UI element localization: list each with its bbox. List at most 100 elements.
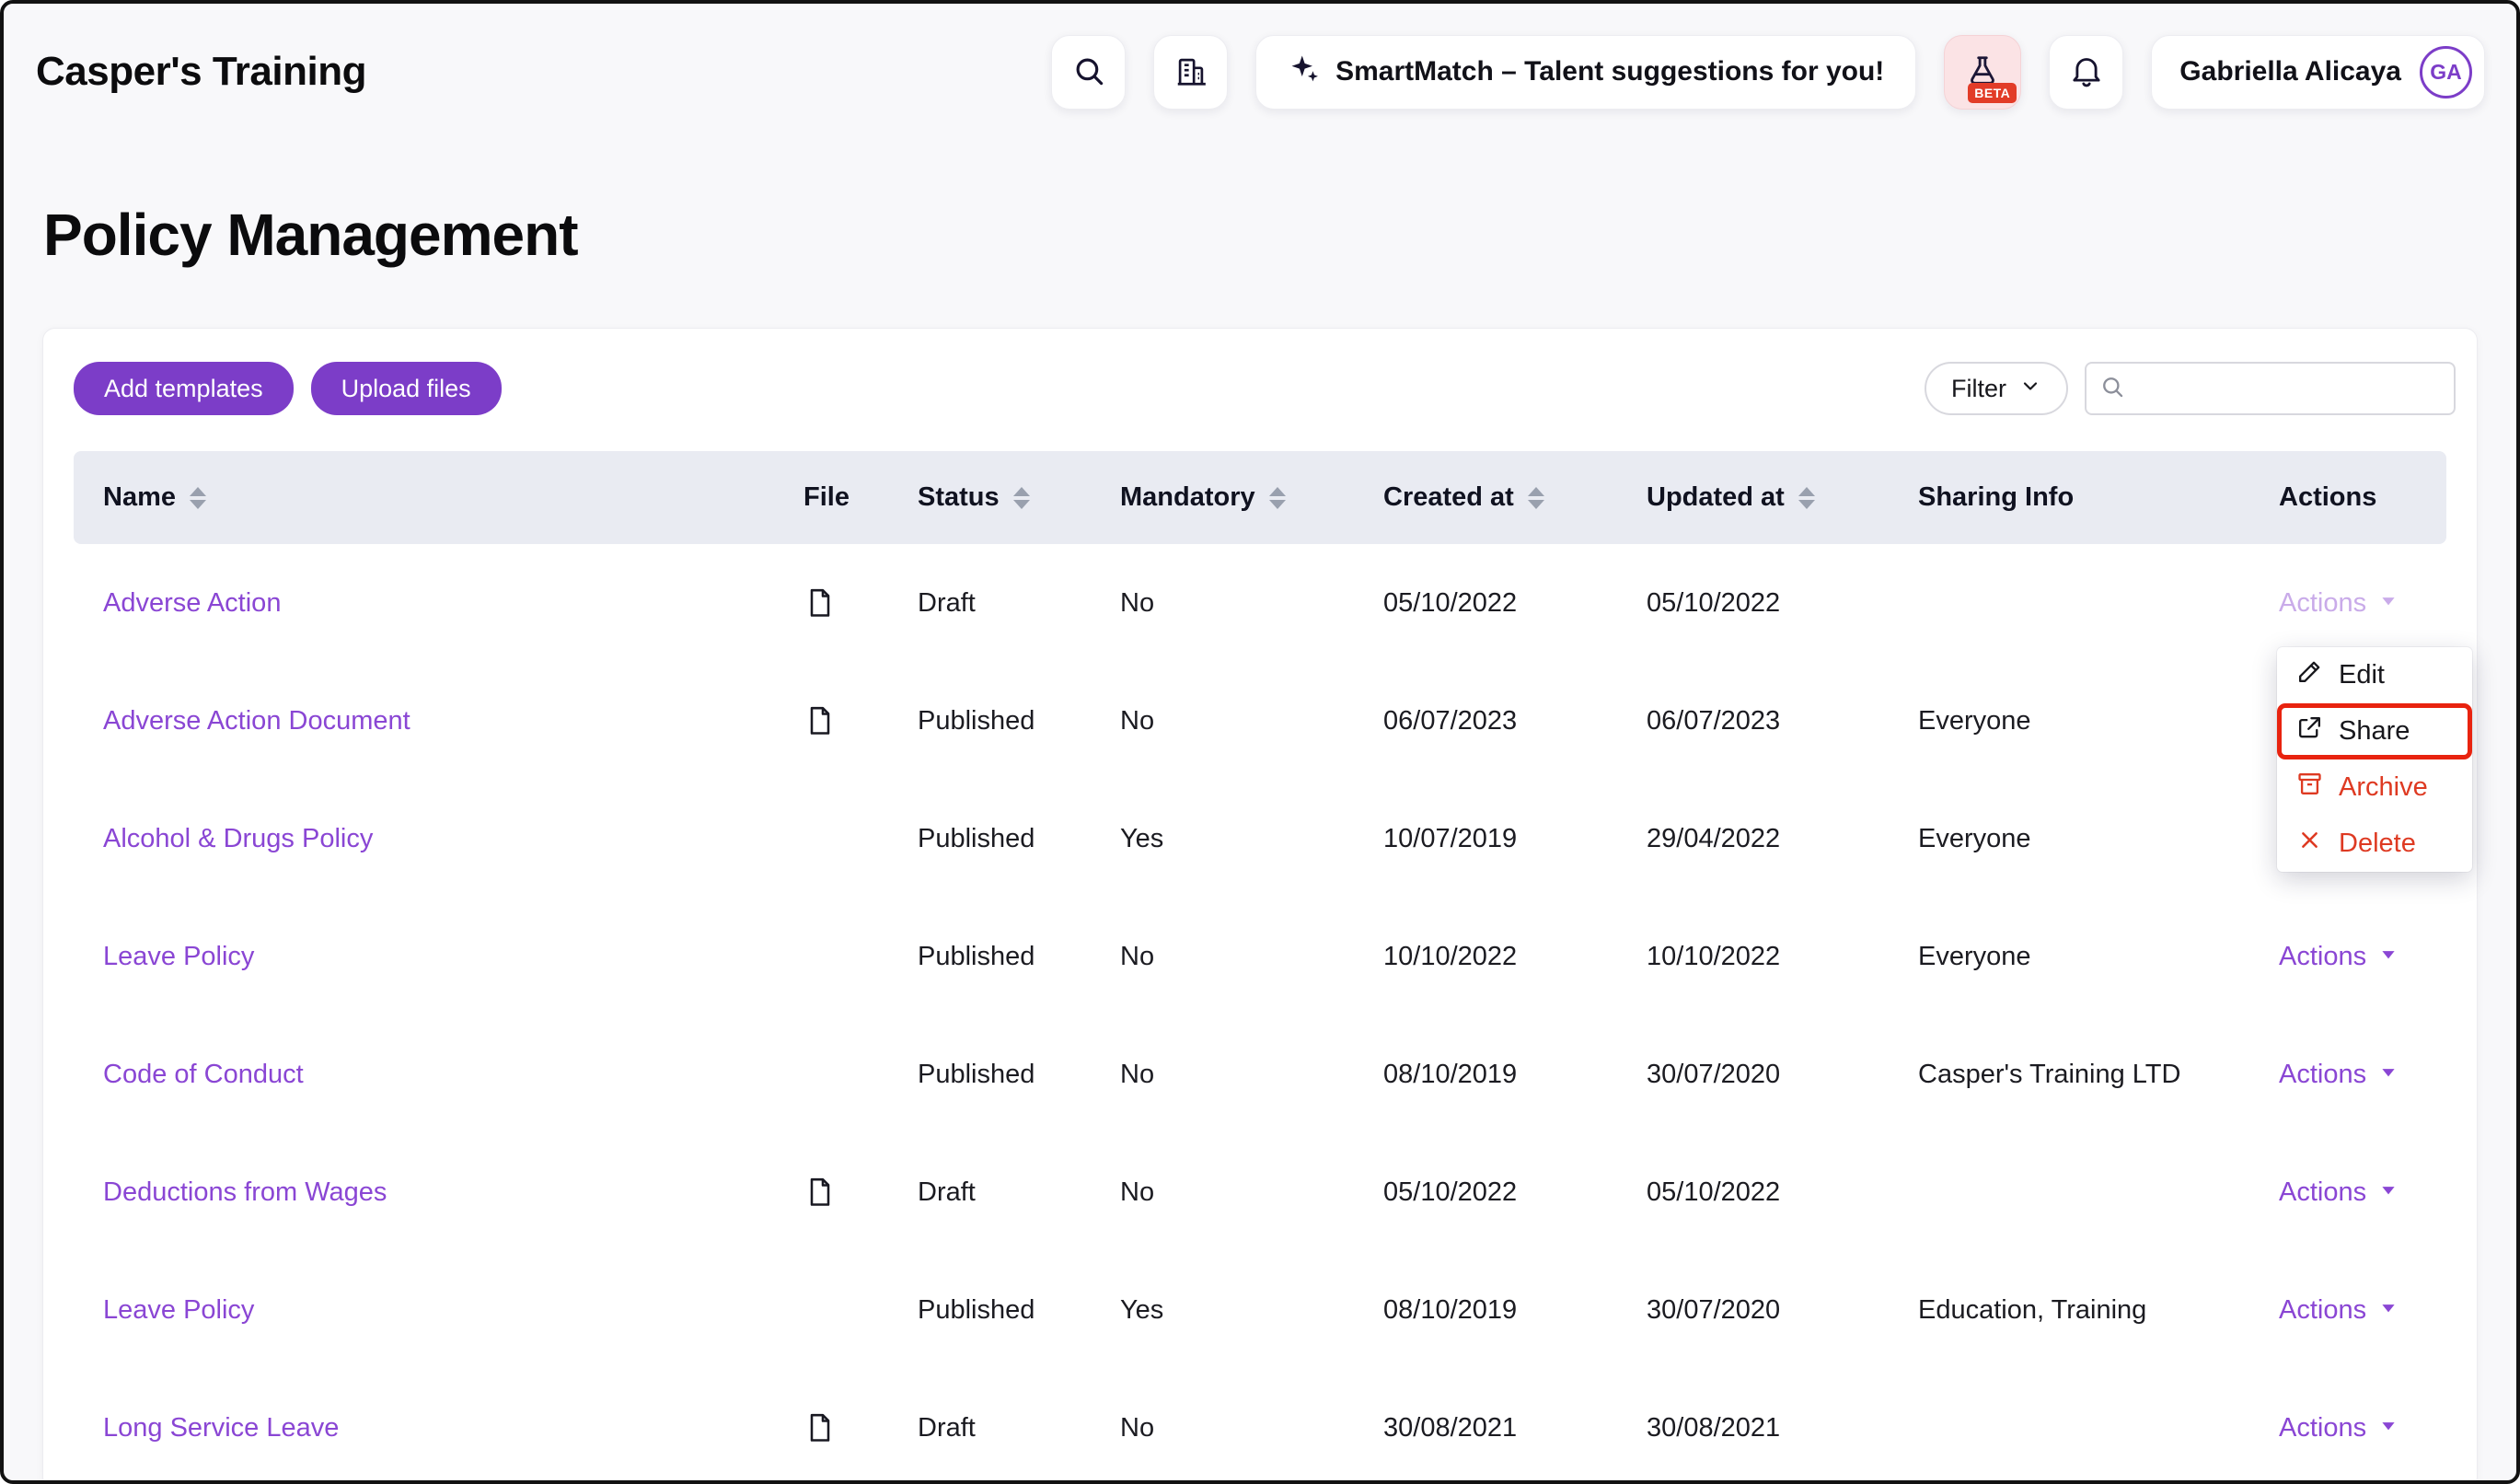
caret-down-icon (2378, 1177, 2399, 1208)
actions-menu: Edit Share Archive Delete (2277, 647, 2472, 872)
mandatory-cell: No (1120, 587, 1155, 618)
beta-badge: BETA (1968, 82, 2017, 103)
row-actions-label: Actions (2279, 587, 2367, 618)
table-header-row: Name File Status Mandatory Created at Up… (74, 451, 2446, 544)
x-icon (2295, 826, 2324, 862)
caret-down-icon (2378, 588, 2399, 619)
row-actions-button[interactable]: Actions (2279, 942, 2399, 972)
sharing-cell: Education, Training (1918, 1294, 2147, 1325)
sharing-cell: Casper's Training LTD (1918, 1059, 2181, 1089)
search-input[interactable] (2134, 374, 2441, 403)
table-search (2085, 362, 2456, 415)
column-header-file: File (803, 482, 918, 513)
menu-item-share[interactable]: Share (2277, 703, 2472, 759)
mandatory-cell: No (1120, 1059, 1155, 1089)
file-icon[interactable] (803, 1411, 918, 1444)
status-cell: Published (918, 1059, 1035, 1089)
chevron-down-icon (2019, 375, 2041, 403)
search-button[interactable] (1051, 34, 1127, 110)
status-cell: Published (918, 823, 1035, 853)
column-header-status[interactable]: Status (918, 482, 1120, 513)
row-actions-label: Actions (2279, 1059, 2367, 1089)
menu-item-delete[interactable]: Delete (2277, 816, 2472, 872)
pencil-icon (2295, 657, 2324, 693)
column-header-label: Status (918, 482, 1000, 512)
policy-name-link[interactable]: Leave Policy (103, 942, 254, 971)
policy-card: Add templates Upload files Filter Name F… (42, 328, 2478, 1480)
row-actions-button[interactable]: Actions (2279, 1413, 2399, 1443)
row-actions-button[interactable]: Actions (2279, 1295, 2399, 1326)
notifications-button[interactable] (2049, 34, 2124, 110)
row-actions-button[interactable]: Actions (2279, 1060, 2399, 1090)
updated-cell: 30/07/2020 (1647, 1294, 1781, 1325)
mandatory-cell: No (1120, 1177, 1155, 1207)
updated-cell: 30/08/2021 (1647, 1412, 1781, 1443)
updated-cell: 29/04/2022 (1647, 823, 1781, 853)
upload-files-button[interactable]: Upload files (310, 362, 502, 415)
mandatory-cell: No (1120, 1412, 1155, 1443)
column-header-created-at[interactable]: Created at (1383, 482, 1647, 513)
row-actions-button[interactable]: Actions (2279, 588, 2399, 619)
table-row: Alcohol & Drugs Policy Published Yes 10/… (74, 780, 2446, 898)
caret-down-icon (2378, 942, 2399, 972)
sort-icon (1527, 486, 1544, 509)
sharing-cell: Everyone (1918, 705, 2031, 736)
search-icon (2099, 374, 2125, 404)
policy-name-link[interactable]: Long Service Leave (103, 1413, 339, 1443)
column-header-label: Updated at (1647, 482, 1785, 512)
menu-item-label: Archive (2339, 772, 2428, 802)
policy-name-link[interactable]: Deductions from Wages (103, 1177, 387, 1207)
column-header-sharing-info: Sharing Info (1918, 482, 2279, 513)
policy-name-link[interactable]: Leave Policy (103, 1295, 254, 1325)
caret-down-icon (2378, 1060, 2399, 1090)
created-cell: 05/10/2022 (1383, 587, 1518, 618)
policy-name-link[interactable]: Code of Conduct (103, 1060, 304, 1089)
menu-item-label: Share (2339, 716, 2410, 746)
menu-item-edit[interactable]: Edit (2277, 647, 2472, 703)
mandatory-cell: Yes (1120, 823, 1164, 853)
column-header-label: File (803, 482, 850, 512)
sharing-cell: Everyone (1918, 941, 2031, 971)
row-actions-button[interactable]: Actions (2279, 1177, 2399, 1208)
policy-name-link[interactable]: Alcohol & Drugs Policy (103, 824, 373, 853)
updated-cell: 06/07/2023 (1647, 705, 1781, 736)
column-header-updated-at[interactable]: Updated at (1647, 482, 1918, 513)
table-row: Adverse Action Draft No 05/10/2022 05/10… (74, 544, 2446, 662)
mandatory-cell: No (1120, 705, 1155, 736)
table-row: Leave Policy Published No 10/10/2022 10/… (74, 898, 2446, 1015)
policy-name-link[interactable]: Adverse Action Document (103, 706, 410, 736)
status-cell: Draft (918, 1177, 976, 1207)
created-cell: 06/07/2023 (1383, 705, 1518, 736)
organisation-button[interactable] (1153, 34, 1229, 110)
column-header-label: Sharing Info (1918, 482, 2075, 512)
beta-features-button[interactable]: BETA (1944, 34, 2022, 110)
user-menu[interactable]: Gabriella Alicaya GA (2151, 34, 2485, 110)
menu-item-label: Edit (2339, 660, 2385, 690)
column-header-label: Mandatory (1120, 482, 1255, 512)
file-icon[interactable] (803, 1176, 918, 1209)
sort-icon (190, 486, 206, 509)
user-name: Gabriella Alicaya (2179, 56, 2401, 87)
sharing-cell: Everyone (1918, 823, 2031, 853)
toolbar: Add templates Upload files Filter (43, 329, 2477, 415)
created-cell: 05/10/2022 (1383, 1177, 1518, 1207)
column-header-mandatory[interactable]: Mandatory (1120, 482, 1383, 513)
add-templates-button[interactable]: Add templates (74, 362, 294, 415)
caret-down-icon (2378, 1295, 2399, 1326)
updated-cell: 05/10/2022 (1647, 1177, 1781, 1207)
file-icon[interactable] (803, 704, 918, 737)
workspace-brand: Casper's Training (36, 49, 366, 94)
status-cell: Published (918, 705, 1035, 736)
caret-down-icon (2378, 1413, 2399, 1443)
policy-name-link[interactable]: Adverse Action (103, 588, 281, 618)
filter-button[interactable]: Filter (1925, 362, 2068, 415)
smartmatch-button[interactable]: SmartMatch – Talent suggestions for you! (1255, 34, 1917, 110)
file-icon[interactable] (803, 586, 918, 620)
status-cell: Published (918, 941, 1035, 971)
column-header-name[interactable]: Name (103, 482, 803, 513)
sort-icon (1798, 486, 1815, 509)
updated-cell: 05/10/2022 (1647, 587, 1781, 618)
created-cell: 30/08/2021 (1383, 1412, 1518, 1443)
menu-item-archive[interactable]: Archive (2277, 759, 2472, 816)
search-icon (1071, 53, 1106, 91)
